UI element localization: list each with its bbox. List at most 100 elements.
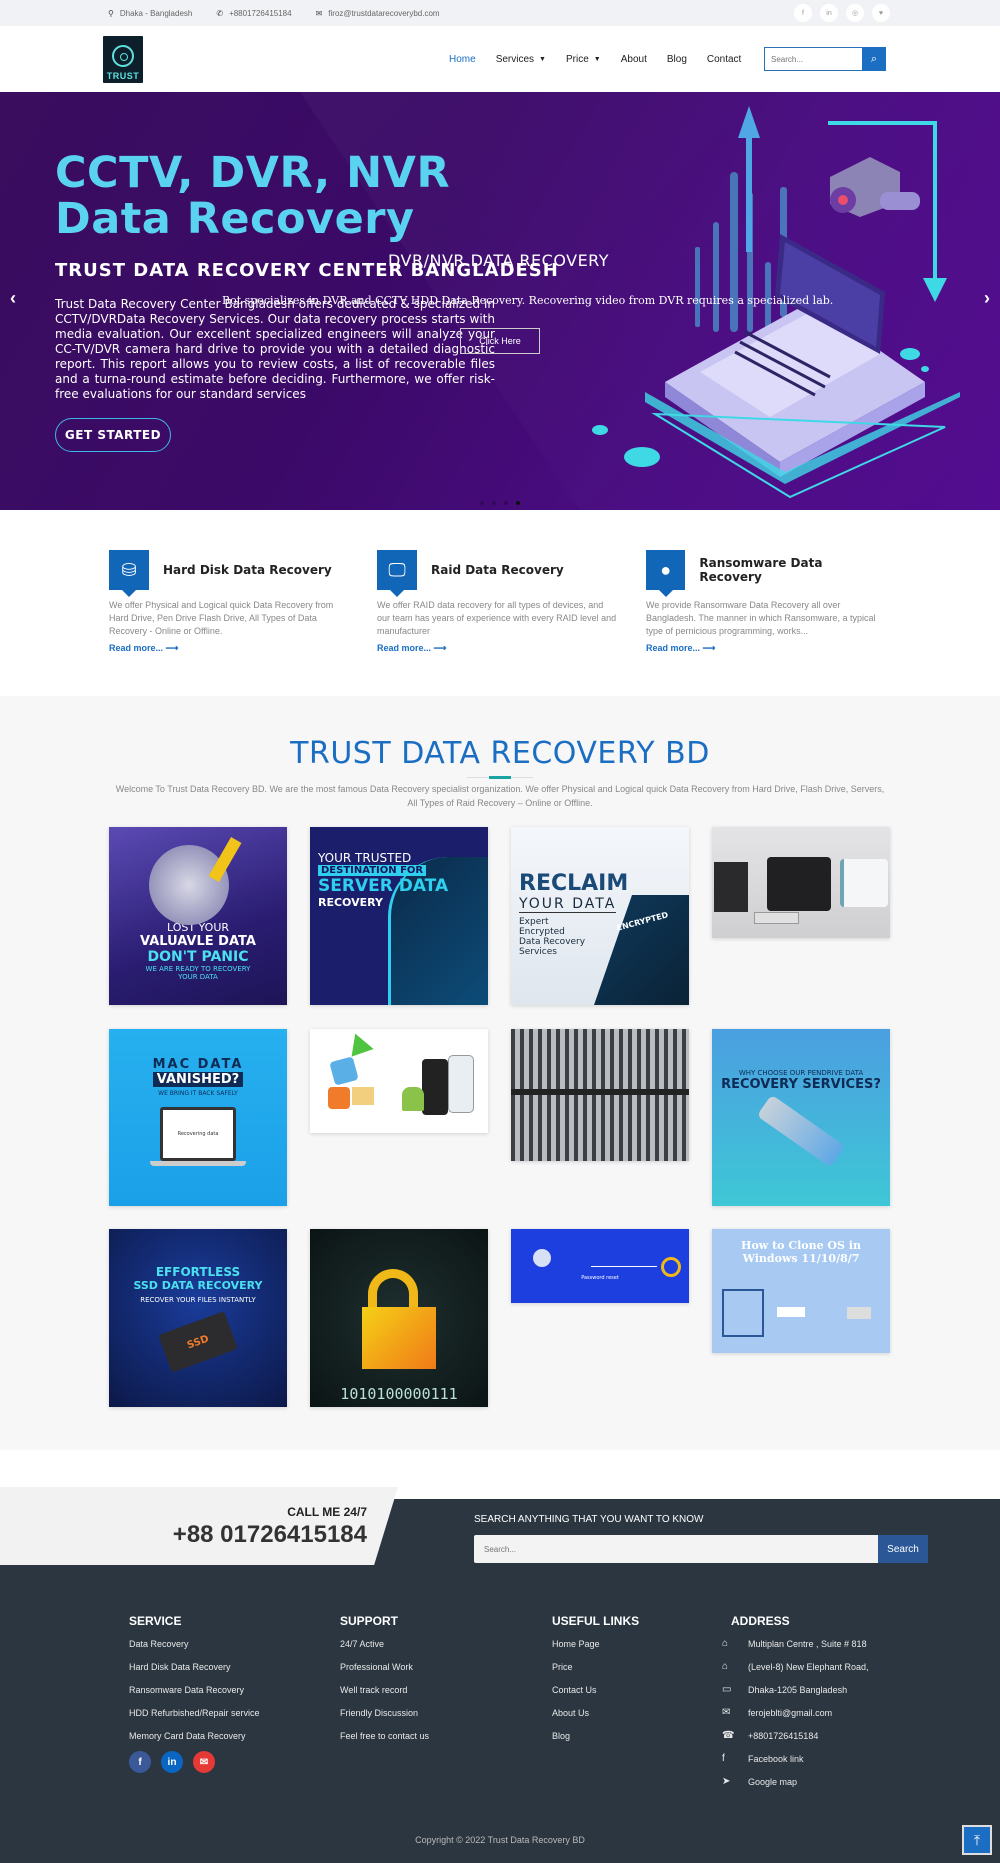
email-info[interactable]: ✉ firoz@trustdatarecoverybd.com [316, 9, 440, 18]
footer-link[interactable]: Contact Us [552, 1683, 639, 1706]
email-icon[interactable]: ✉ [193, 1751, 215, 1773]
nav-blog[interactable]: Blog [667, 54, 687, 65]
carousel-dot[interactable] [504, 501, 508, 505]
twitter-icon[interactable]: ♥ [872, 4, 890, 22]
phone-info[interactable]: ✆ +8801726415184 [216, 9, 291, 18]
carousel-prev-icon[interactable]: ‹ [10, 288, 16, 309]
footer-link[interactable]: Professional Work [340, 1660, 429, 1683]
footer-link[interactable]: About Us [552, 1706, 639, 1729]
address-email[interactable]: ✉ ferojeblti@gmail.com [722, 1706, 869, 1729]
nas-box-1 [714, 862, 748, 912]
address-phone[interactable]: ☎ +8801726415184 [722, 1729, 869, 1752]
password-reset-image[interactable]: Password reset [511, 1229, 689, 1303]
footer-heading: ADDRESS [731, 1614, 790, 1628]
hdd-drive [754, 912, 799, 924]
site-logo[interactable]: TRUST [103, 35, 143, 83]
gallery-title: TRUST DATA RECOVERY BD [290, 736, 710, 771]
slide-caption-text: Bot specializes in DVR and CCTV HDD Data… [222, 294, 834, 307]
server-rack-photo[interactable] [511, 1029, 689, 1161]
get-started-button[interactable]: GET STARTED [55, 418, 171, 452]
laptop [645, 234, 960, 499]
carousel-dot[interactable] [480, 501, 484, 505]
phone-icon: ✆ [216, 8, 224, 18]
mac-data-poster[interactable]: MAC DATA VANISHED? WE BRING IT BACK SAFE… [109, 1029, 287, 1206]
coin-icon [661, 1257, 681, 1277]
carousel-dot[interactable] [492, 501, 496, 505]
address-line: ▭ Dhaka-1205 Bangladesh [722, 1683, 869, 1706]
footer-support-column: SUPPORT 24/7 Active Professional Work We… [340, 1614, 429, 1752]
phone-data-image[interactable] [310, 1029, 488, 1133]
footer-link[interactable]: Friendly Discussion [340, 1706, 429, 1729]
footer-link[interactable]: Feel free to contact us [340, 1729, 429, 1752]
instagram-icon[interactable]: ◎ [846, 4, 864, 22]
ssd-recovery-poster[interactable]: EFFORTLESS SSD DATA RECOVERY RECOVER YOU… [109, 1229, 287, 1407]
mail-app-icon [352, 1087, 374, 1105]
google-map-link[interactable]: ➤ Google map [722, 1775, 869, 1798]
call-phone[interactable]: +88 01726415184 [173, 1521, 367, 1549]
hacker-avatar [533, 1249, 551, 1267]
padlock-binary-image[interactable]: 1010100000111 [310, 1229, 488, 1407]
service-card: ⛁ Hard Disk Data Recovery We offer Physi… [109, 550, 349, 656]
footer-search-button[interactable]: Search [878, 1535, 928, 1563]
contacts-app-icon [328, 1087, 350, 1109]
facebook-link[interactable]: f Facebook link [722, 1752, 869, 1775]
linkedin-icon[interactable]: in [161, 1751, 183, 1773]
nav-services[interactable]: Services ▼ [496, 54, 546, 65]
read-more-link[interactable]: Read more... ⟶ [377, 643, 446, 653]
hard-disk-icon: ⛁ [109, 550, 149, 597]
gallery-description: Welcome To Trust Data Recovery BD. We ar… [115, 784, 885, 808]
footer-link[interactable]: Home Page [552, 1637, 639, 1660]
pendrive-poster[interactable]: WHY CHOOSE OUR PENDRIVE DATA RECOVERY SE… [712, 1029, 890, 1206]
location-arrow-icon: ➤ [722, 1776, 731, 1787]
footer-link[interactable]: Memory Card Data Recovery [129, 1729, 260, 1752]
carousel-next-icon[interactable]: › [984, 288, 990, 309]
arrow-graphic [777, 1307, 805, 1317]
footer-address-column: ADDRESS ⌂ Multiplan Centre , Suite # 818 … [722, 1614, 869, 1798]
encrypted-data-poster[interactable]: RECLAIM YOUR DATA Expert Encrypted Data … [511, 827, 689, 1005]
padlock-body [362, 1307, 436, 1369]
click-here-button[interactable]: Click Here [460, 328, 540, 354]
cctv-camera [830, 157, 920, 217]
carousel-indicators [480, 501, 520, 505]
android-icon [402, 1087, 424, 1111]
footer-link[interactable]: Blog [552, 1729, 639, 1752]
read-more-link[interactable]: Read more... ⟶ [646, 643, 715, 653]
map-marker-icon: ⚲ [108, 8, 114, 18]
top-bar: ⚲ Dhaka - Bangladesh ✆ +8801726415184 ✉ fir… [0, 0, 1000, 26]
photo-app-icon [329, 1056, 359, 1086]
nas-devices-photo[interactable] [712, 827, 890, 938]
read-more-link[interactable]: Read more... ⟶ [109, 643, 178, 653]
back-to-top-button[interactable]: ⤒ [962, 1825, 992, 1855]
nas-box-2 [767, 857, 831, 911]
call-label: CALL ME 24/7 [287, 1505, 367, 1519]
linkedin-icon[interactable]: in [820, 4, 838, 22]
header-search-input[interactable] [764, 47, 862, 71]
footer-link[interactable]: Well track record [340, 1683, 429, 1706]
nav-contact[interactable]: Contact [707, 54, 741, 65]
footer-link[interactable]: Price [552, 1660, 639, 1683]
clone-os-image[interactable]: How to Clone OS in Windows 11/10/8/7 [712, 1229, 890, 1353]
facebook-icon[interactable]: f [794, 4, 812, 22]
carousel-dot-active[interactable] [516, 501, 520, 505]
home-icon: ⌂ [722, 1661, 729, 1672]
footer-link[interactable]: 24/7 Active [340, 1637, 429, 1660]
footer-link[interactable]: HDD Refurbished/Repair service [129, 1706, 260, 1729]
server-data-poster[interactable]: YOUR TRUSTED DESTINATION FOR SERVER DATA… [310, 827, 488, 1005]
footer-link[interactable]: Data Recovery [129, 1637, 260, 1660]
footer-heading: SERVICE [129, 1614, 182, 1628]
lost-data-poster[interactable]: LOST YOUR VALUAVLE DATA DON'T PANIC WE A… [109, 827, 287, 1005]
laptop-screen: Recovering data [160, 1107, 236, 1161]
footer-search-input[interactable] [474, 1535, 878, 1563]
padlock-shackle [368, 1269, 418, 1309]
footer-link[interactable]: Hard Disk Data Recovery [129, 1660, 260, 1683]
service-card: 🖵 Raid Data Recovery We offer RAID data … [377, 550, 617, 656]
service-text: We offer RAID data recovery for all type… [377, 600, 617, 636]
home-icon: ⌂ [722, 1638, 729, 1649]
header-search-button[interactable]: ⌕ [862, 47, 886, 71]
facebook-icon[interactable]: f [129, 1751, 151, 1773]
nav-about[interactable]: About [621, 54, 647, 65]
footer-heading: SUPPORT [340, 1614, 399, 1628]
nav-home[interactable]: Home [449, 54, 476, 65]
nav-price[interactable]: Price ▼ [566, 54, 601, 65]
footer-link[interactable]: Ransomware Data Recovery [129, 1683, 260, 1706]
